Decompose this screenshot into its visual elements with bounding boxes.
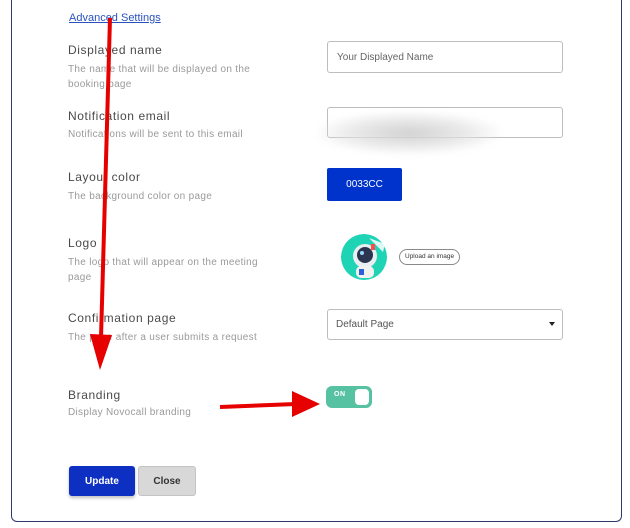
layout-color-description: The background color on page <box>68 191 213 202</box>
upload-image-button[interactable]: Upload an image <box>399 249 461 265</box>
displayed-name-input[interactable] <box>327 41 563 73</box>
confirmation-page-description: The page after a user submits a request <box>68 332 258 343</box>
logo-description: The logo that will appear on the meeting… <box>68 257 258 283</box>
confirmation-page-selected: Default Page <box>336 319 394 330</box>
confirmation-page-label: Confirmation page <box>68 311 177 325</box>
layout-color-value: 0033CC <box>346 179 383 190</box>
advanced-settings-link[interactable]: Advanced Settings <box>69 12 161 24</box>
branding-description: Display Novocall branding <box>68 407 192 418</box>
branding-toggle[interactable]: ON <box>326 386 372 408</box>
caret-down-icon <box>549 322 555 326</box>
layout-color-label: Layout color <box>68 170 141 184</box>
displayed-name-description: The name that will be displayed on the b… <box>68 64 251 90</box>
astronaut-logo-icon <box>341 234 387 280</box>
confirmation-page-select[interactable]: Default Page <box>327 309 563 340</box>
notification-email-description: Notifications will be sent to this email <box>68 129 243 140</box>
close-button[interactable]: Close <box>138 466 196 496</box>
branding-label: Branding <box>68 388 121 402</box>
displayed-name-label: Displayed name <box>68 43 163 57</box>
update-button[interactable]: Update <box>69 466 135 496</box>
toggle-on-label: ON <box>334 391 346 398</box>
logo-label: Logo <box>68 236 98 250</box>
redacted-email-blur <box>318 112 500 154</box>
toggle-knob <box>355 389 369 405</box>
notification-email-label: Notification email <box>68 109 171 123</box>
layout-color-swatch[interactable]: 0033CC <box>327 168 402 201</box>
